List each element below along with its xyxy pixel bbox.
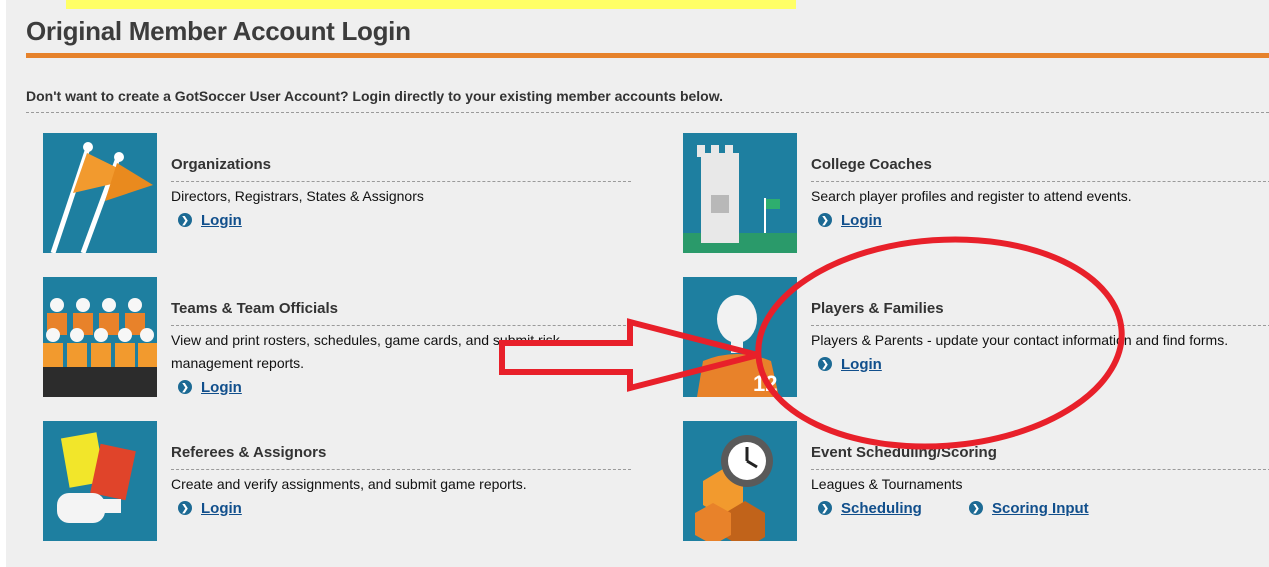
card-divider — [171, 181, 631, 182]
card-divider — [171, 469, 631, 470]
card-title: Teams & Team Officials — [171, 300, 339, 317]
card-referees: Referees & Assignors Create and verify a… — [43, 421, 643, 546]
card-description: Players & Parents - update your contact … — [811, 332, 1229, 348]
card-description: Create and verify assignments, and submi… — [171, 476, 527, 492]
card-title: College Coaches — [811, 156, 932, 173]
login-link-referees[interactable]: ❯ Login — [178, 500, 242, 517]
login-link-organizations[interactable]: ❯ Login — [178, 212, 242, 229]
card-description: Directors, Registrars, States & Assignor… — [171, 188, 424, 204]
player-number: 12 — [753, 371, 777, 396]
player-icon: 12 — [683, 277, 797, 397]
card-divider — [171, 325, 631, 326]
chevron-right-icon: ❯ — [969, 501, 984, 515]
flags-icon — [43, 133, 157, 253]
scheduling-link[interactable]: ❯ Scheduling — [818, 500, 922, 517]
card-description: Leagues & Tournaments — [811, 476, 963, 492]
clock-icon — [683, 421, 797, 541]
card-description: Search player profiles and register to a… — [811, 188, 1132, 204]
card-event-scheduling: Event Scheduling/Scoring Leagues & Tourn… — [683, 421, 1269, 546]
scoring-input-link[interactable]: ❯ Scoring Input — [969, 500, 1089, 517]
chevron-right-icon: ❯ — [818, 357, 832, 371]
castle-icon — [683, 133, 797, 253]
section-divider — [26, 112, 1269, 113]
card-title: Referees & Assignors — [171, 444, 327, 461]
cards-whistle-icon — [43, 421, 157, 541]
card-divider — [811, 181, 1269, 182]
login-link-teams[interactable]: ❯ Login — [178, 379, 242, 396]
card-title: Organizations — [171, 156, 272, 173]
card-divider — [811, 469, 1269, 470]
card-college-coaches: College Coaches Search player profiles a… — [683, 133, 1269, 258]
intro-text: Don't want to create a GotSoccer User Ac… — [26, 88, 723, 104]
chevron-right-icon: ❯ — [818, 213, 832, 227]
chevron-right-icon: ❯ — [818, 501, 832, 515]
card-title: Players & Families — [811, 300, 944, 317]
team-icon — [43, 277, 157, 397]
chevron-right-icon: ❯ — [178, 501, 192, 515]
card-title: Event Scheduling/Scoring — [811, 444, 997, 461]
chevron-right-icon: ❯ — [178, 380, 192, 394]
card-players-families: 12 Players & Families Players & Parents … — [683, 277, 1269, 402]
card-organizations: Organizations Directors, Registrars, Sta… — [43, 133, 643, 258]
login-link-players[interactable]: ❯ Login — [818, 356, 882, 373]
page-title: Original Member Account Login — [26, 16, 411, 46]
chevron-right-icon: ❯ — [178, 213, 192, 227]
card-divider — [811, 325, 1269, 326]
title-divider — [26, 53, 1269, 58]
login-link-college-coaches[interactable]: ❯ Login — [818, 212, 882, 229]
card-teams: Teams & Team Officials View and print ro… — [43, 277, 643, 402]
card-description: View and print rosters, schedules, game … — [171, 332, 560, 371]
yellow-highlight — [66, 0, 796, 9]
